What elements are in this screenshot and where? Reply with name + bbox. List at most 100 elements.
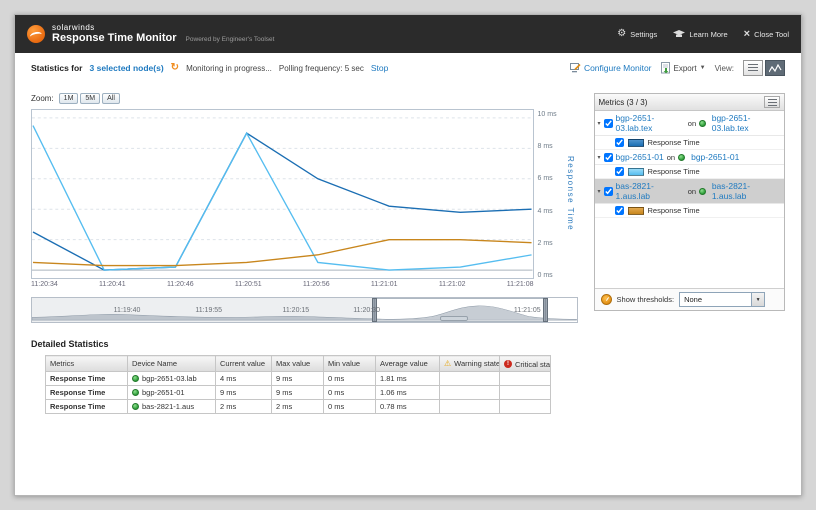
table-header-row: Metrics Device Name Current value Max va… — [45, 355, 551, 372]
export-button[interactable]: Export ▼ — [660, 62, 706, 74]
group-target-link[interactable]: bgp-2651-03.lab.tex — [712, 113, 781, 133]
metric-label: Response Time — [647, 138, 700, 147]
thresholds-value: None — [684, 295, 702, 304]
y-tick: 8 ms — [537, 143, 553, 151]
metric-group-row[interactable]: ▾ bgp-2651-01 on bgp-2651-01 — [594, 150, 784, 165]
zoom-1m-button[interactable]: 1M — [58, 93, 79, 104]
y-axis-title: Response Time — [566, 156, 576, 232]
current-cell: 2 ms — [215, 398, 272, 414]
settings-label: Settings — [630, 29, 658, 39]
critical-icon: ! — [504, 360, 512, 368]
selected-nodes-link[interactable]: 3 selected node(s) — [90, 63, 164, 73]
expander-icon[interactable]: ▾ — [598, 188, 601, 195]
group-checkbox[interactable] — [603, 152, 613, 162]
metric-checkbox[interactable] — [614, 167, 624, 176]
group-device-link[interactable]: bas-2821-1.aus.lab — [616, 181, 685, 201]
learn-more-button[interactable]: Learn More — [673, 29, 728, 39]
zoom-5m-button[interactable]: 5M — [80, 93, 101, 104]
app-window: solarwinds Response Time Monitor Powered… — [14, 14, 802, 496]
close-tool-button[interactable]: × Close Tool — [744, 29, 789, 40]
close-tool-label: Close Tool — [754, 29, 789, 39]
metrics-panel: Metrics (3 / 3) ▾ bgp-2651-03.lab.tex on… — [593, 93, 785, 311]
col-max-value[interactable]: Max value — [271, 355, 324, 372]
timeline-label: 11:19:40 — [113, 307, 141, 314]
table-row[interactable]: Response Time bas-2821-1.aus 2 ms 2 ms 0… — [45, 398, 551, 414]
learn-more-label: Learn More — [689, 29, 728, 39]
timeline-label: 11:21:05 — [513, 307, 541, 314]
graduation-cap-icon — [673, 29, 686, 37]
y-tick: 10 ms — [537, 111, 557, 118]
export-label: Export — [673, 63, 697, 73]
col-device-name[interactable]: Device Name — [127, 355, 216, 372]
metric-row[interactable]: Response Time — [594, 165, 784, 179]
warning-cell — [439, 370, 500, 386]
group-checkbox[interactable] — [603, 186, 613, 196]
expander-icon[interactable]: ▾ — [598, 120, 601, 127]
thresholds-select[interactable]: None ▼ — [679, 292, 766, 307]
col-average-value[interactable]: Average value — [375, 355, 440, 372]
warning-cell — [439, 398, 500, 414]
metric-label: Response Time — [647, 206, 700, 215]
col-current-value[interactable]: Current value — [215, 355, 272, 372]
status-up-icon — [132, 388, 139, 396]
col-min-value[interactable]: Min value — [323, 355, 376, 372]
series-color-swatch — [627, 167, 644, 176]
chart-view-button[interactable] — [765, 60, 785, 76]
stop-link[interactable]: Stop — [371, 63, 389, 73]
avg-cell: 1.81 ms — [375, 370, 440, 386]
timeline-right-handle[interactable] — [542, 298, 548, 322]
table-view-button[interactable] — [743, 60, 763, 76]
group-device-link[interactable]: bgp-2651-01 — [616, 152, 664, 162]
metric-group-row-selected[interactable]: ▾ bas-2821-1.aus.lab on bas-2821-1.aus.l… — [594, 179, 784, 204]
configure-monitor-label: Configure Monitor — [583, 63, 652, 73]
expander-icon[interactable]: ▾ — [598, 154, 601, 161]
timeline-label: 11:20:15 — [282, 307, 310, 314]
timeline-brush[interactable]: 11:19:40 11:19:55 11:20:15 11:20:30 11:2… — [31, 297, 578, 323]
app-title-text: Response Time Monitor — [52, 31, 177, 44]
configure-monitor-button[interactable]: Configure Monitor — [569, 63, 652, 73]
group-conj: on — [666, 152, 676, 162]
solarwinds-logo-icon — [27, 25, 45, 43]
status-up-icon — [699, 119, 706, 127]
thresholds-footer: Show thresholds: None ▼ — [594, 288, 784, 310]
chart-svg — [32, 117, 533, 271]
x-tick: 11:21:08 — [506, 281, 534, 288]
table-row[interactable]: Response Time bgp-2651-01 9 ms 9 ms 0 ms… — [45, 384, 551, 400]
metric-cell[interactable]: Response Time — [45, 370, 128, 386]
timeline-label: 11:20:30 — [353, 307, 380, 314]
metric-checkbox[interactable] — [614, 138, 624, 147]
metric-cell[interactable]: Response Time — [45, 384, 128, 400]
timeline-scroll-grip[interactable] — [440, 316, 469, 321]
metric-group-row[interactable]: ▾ bgp-2651-03.lab.tex on bgp-2651-03.lab… — [594, 111, 784, 136]
chart-plot-area[interactable] — [31, 109, 534, 279]
col-metrics[interactable]: Metrics — [45, 355, 128, 372]
toolbar-right: Configure Monitor Export ▼ View: — [561, 60, 785, 76]
metric-row[interactable]: Response Time — [594, 204, 784, 218]
group-target-link[interactable]: bgp-2651-01 — [691, 152, 739, 162]
status-up-icon — [699, 187, 706, 195]
metric-cell[interactable]: Response Time — [45, 398, 128, 414]
critical-cell — [499, 370, 551, 386]
y-tick: 6 ms — [537, 175, 553, 183]
view-label: View: — [714, 63, 734, 73]
col-warning-state[interactable]: ⚠ Warning state — [439, 355, 500, 372]
series-color-swatch — [627, 138, 644, 147]
metric-row[interactable]: Response Time — [594, 136, 784, 150]
polling-frequency-text: Polling frequency: 5 sec — [278, 63, 364, 73]
metrics-panel-menu-button[interactable] — [764, 96, 780, 108]
group-checkbox[interactable] — [603, 118, 613, 128]
view-toggle — [743, 60, 785, 76]
metric-checkbox[interactable] — [614, 206, 624, 215]
warning-icon: ⚠ — [444, 358, 452, 368]
table-row[interactable]: Response Time bgp-2651-03.lab 4 ms 9 ms … — [45, 370, 551, 386]
col-critical-state[interactable]: !Critical state — [499, 355, 551, 372]
settings-button[interactable]: ⚙ Settings — [617, 29, 657, 39]
menu-bars-icon — [767, 98, 777, 106]
group-device-link[interactable]: bgp-2651-03.lab.tex — [616, 113, 685, 133]
group-target-link[interactable]: bas-2821-1.aus.lab — [712, 181, 781, 201]
zoom-all-button[interactable]: All — [102, 93, 120, 104]
status-up-icon — [678, 153, 686, 161]
brand: solarwinds Response Time Monitor Powered… — [27, 23, 274, 46]
y-tick: 0 ms — [537, 271, 553, 279]
chart-view-icon — [768, 63, 782, 72]
